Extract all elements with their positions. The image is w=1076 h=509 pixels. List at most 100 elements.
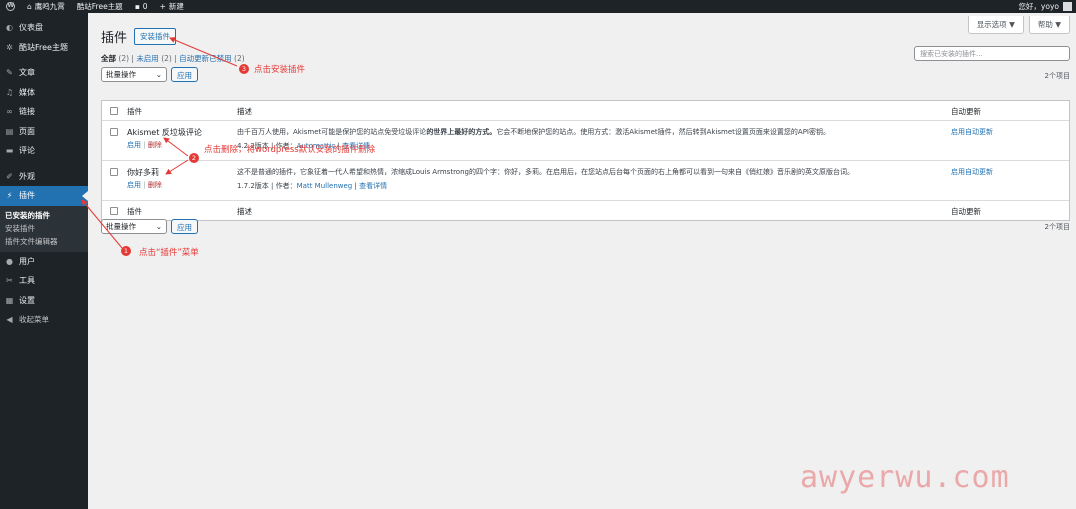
table-footer: 插件 描述 自动更新	[102, 201, 1069, 220]
annotation-install: 点击安装插件	[254, 65, 306, 75]
plugins-submenu: 已安装的插件 安装插件 插件文件编辑器	[0, 205, 88, 252]
plugin-description: 这不是普通的插件，它象征着一代人希望和热情，浓缩成Louis Armstrong…	[237, 168, 854, 176]
theme-link[interactable]: 酷站Free主题	[71, 0, 129, 13]
plugin-search-input[interactable]: 搜索已安装的插件...	[914, 46, 1070, 61]
main-content: 显示选项 ▼ 帮助 ▼ 插件 安装插件 全部 (2) | 未启用 (2) | 自…	[88, 13, 1076, 509]
greeting-text: 您好，yoyo	[1018, 2, 1059, 11]
filter-autoupdate-disabled[interactable]: 自动更新已禁用	[179, 54, 232, 63]
plugin-meta: 1.7.2版本 | 作者：Matt Mullenweg | 查看详情	[237, 182, 388, 190]
dashboard-icon: ◐	[6, 23, 13, 33]
filter-all[interactable]: 全部	[101, 54, 116, 63]
row-actions: 启用 | 删除	[127, 181, 162, 189]
plus-icon: +	[159, 2, 166, 11]
row-actions: 启用 | 删除	[127, 141, 162, 149]
menu-theme-settings[interactable]: ✲ 酷站Free主题	[0, 38, 88, 58]
table-row: Akismet 反垃圾评论 启用 | 删除 由千百万人使用，Akismet可能是…	[102, 121, 1069, 161]
submenu-plugin-editor[interactable]: 插件文件编辑器	[0, 235, 88, 248]
menu-links[interactable]: ∞ 链接	[0, 102, 88, 122]
media-icon: ♫	[5, 87, 14, 97]
header-plugin: 插件	[127, 107, 142, 116]
apply-button-bottom[interactable]: 应用	[171, 219, 198, 234]
wp-logo-menu[interactable]	[0, 0, 21, 13]
bulk-action-select-bottom[interactable]: 批量操作 ⌄	[101, 219, 167, 234]
header-auto-update: 自动更新	[951, 107, 981, 116]
comments-link[interactable]: ▪ 0	[129, 0, 154, 13]
footer-plugin: 插件	[127, 207, 142, 216]
delete-link[interactable]: 删除	[148, 141, 162, 149]
plugin-name: 你好多莉	[127, 168, 159, 177]
collapse-icon: ◀	[6, 315, 13, 325]
new-content-link[interactable]: + 新建	[154, 0, 190, 13]
watermark: awyerwu.com	[800, 460, 1010, 495]
tablenav-bottom: 批量操作 ⌄ 应用	[101, 219, 198, 234]
plugin-icon: ⚡	[6, 191, 13, 201]
header-description: 描述	[237, 107, 252, 116]
plugin-name: Akismet 反垃圾评论	[127, 128, 202, 137]
menu-dashboard[interactable]: ◐ 仪表盘	[0, 18, 88, 38]
add-plugin-button[interactable]: 安装插件	[134, 28, 177, 45]
filter-inactive-count: (2)	[161, 54, 172, 63]
submenu-installed-plugins[interactable]: 已安装的插件	[0, 209, 88, 222]
my-account[interactable]: 您好，yoyo	[1018, 1, 1076, 12]
menu-settings[interactable]: ▦ 设置	[0, 291, 88, 311]
apply-button-top[interactable]: 应用	[171, 67, 198, 82]
filter-all-count: (2)	[118, 54, 130, 63]
menu-posts[interactable]: ✎ 文章	[0, 63, 88, 83]
plugin-checkbox[interactable]	[110, 128, 118, 136]
link-icon: ∞	[6, 107, 13, 117]
activate-link[interactable]: 启用	[127, 141, 141, 149]
admin-sidebar: ◐ 仪表盘 ✲ 酷站Free主题 ✎ 文章 ♫ 媒体 ∞ 链接 ▤ 页面 ▬ 评论 ✐ 外观 ⚡…	[0, 13, 88, 509]
chevron-down-icon: ⌄	[155, 222, 162, 231]
annotation-delete: 点击删除，将wordpress默认安装的插件删除	[204, 145, 376, 155]
footer-description: 描述	[237, 207, 252, 216]
details-link[interactable]: 查看详情	[359, 182, 387, 190]
select-all-checkbox[interactable]	[110, 107, 118, 115]
plugin-description: 由千百万人使用，Akismet可能是保护您的站点免受垃圾评论的世界上最好的方式。…	[237, 128, 830, 136]
screen-options-button[interactable]: 显示选项 ▼	[967, 16, 1024, 34]
site-name-link[interactable]: ⌂ 鹰鸣九霄	[21, 0, 71, 13]
user-icon: ●	[6, 256, 13, 266]
enable-auto-update-link[interactable]: 启用自动更新	[951, 167, 993, 177]
bulk-action-select-top[interactable]: 批量操作 ⌄	[101, 67, 167, 82]
plugin-status-filters: 全部 (2) | 未启用 (2) | 自动更新已禁用 (2)	[101, 54, 245, 63]
items-count-bottom: 2个项目	[1044, 223, 1070, 231]
menu-collapse[interactable]: ◀ 收起菜单	[0, 310, 88, 330]
plugins-table: 插件 描述 自动更新 Akismet 反垃圾评论 启用 | 删除 由千百万人使用…	[101, 100, 1070, 221]
author-link[interactable]: Matt Mullenweg	[297, 182, 353, 190]
annotation-badge-3: 3	[239, 64, 249, 74]
menu-tools[interactable]: ✂ 工具	[0, 271, 88, 291]
annotation-badge-2: 2	[189, 153, 199, 163]
menu-pages[interactable]: ▤ 页面	[0, 122, 88, 142]
gear-icon: ✲	[6, 42, 13, 52]
menu-appearance[interactable]: ✐ 外观	[0, 167, 88, 187]
filter-inactive[interactable]: 未启用	[136, 54, 159, 63]
home-icon: ⌂	[27, 2, 32, 11]
table-row: 你好多莉 启用 | 删除 这不是普通的插件，它象征着一代人希望和热情，浓缩成Lo…	[102, 161, 1069, 201]
select-all-checkbox-bottom[interactable]	[110, 207, 118, 215]
brush-icon: ✐	[6, 171, 13, 181]
admin-bar: ⌂鹰鸣九霄 酷站Free主题 ▪0 +新建 您好，yoyo	[0, 0, 1076, 13]
menu-plugins[interactable]: ⚡ 插件	[0, 186, 88, 206]
page-icon: ▤	[5, 126, 14, 136]
avatar	[1063, 2, 1072, 11]
plugin-checkbox[interactable]	[110, 168, 118, 176]
filter-autoupdate-count: (2)	[234, 54, 245, 63]
page-title: 插件	[101, 31, 128, 46]
table-header: 插件 描述 自动更新	[102, 101, 1069, 121]
help-button[interactable]: 帮助 ▼	[1028, 16, 1070, 34]
annotation-menu: 点击“插件”菜单	[139, 248, 199, 258]
annotation-badge-1: 1	[121, 246, 131, 256]
tablenav-top: 批量操作 ⌄ 应用	[101, 67, 198, 82]
menu-media[interactable]: ♫ 媒体	[0, 83, 88, 103]
settings-icon: ▦	[5, 295, 14, 305]
delete-link[interactable]: 删除	[148, 181, 162, 189]
comment-icon: ▬	[5, 146, 14, 156]
submenu-add-plugin[interactable]: 安装插件	[0, 222, 88, 235]
menu-users[interactable]: ● 用户	[0, 252, 88, 272]
comment-bubble-icon: ▪	[134, 2, 140, 11]
wrench-icon: ✂	[6, 276, 13, 286]
pin-icon: ✎	[6, 68, 13, 78]
menu-comments[interactable]: ▬ 评论	[0, 141, 88, 161]
enable-auto-update-link[interactable]: 启用自动更新	[951, 127, 993, 137]
activate-link[interactable]: 启用	[127, 181, 141, 189]
